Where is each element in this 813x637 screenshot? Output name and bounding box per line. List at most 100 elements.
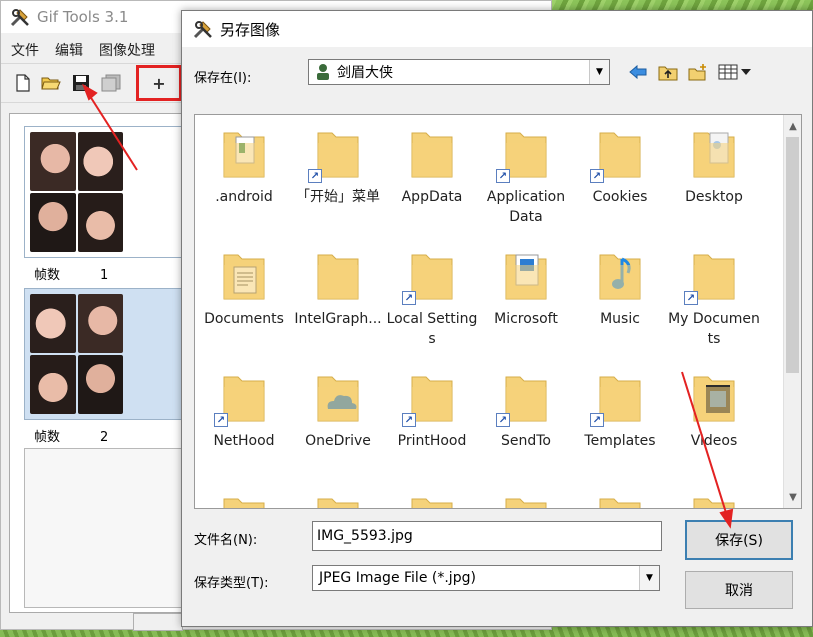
file-item-name: Microsoft xyxy=(494,311,558,327)
folder-documents-icon xyxy=(220,247,268,303)
folder-icon xyxy=(314,247,362,303)
shortcut-arrow-icon: ↗ xyxy=(402,291,416,305)
file-item[interactable]: Documents xyxy=(197,237,291,359)
shortcut-arrow-icon: ↗ xyxy=(496,413,510,427)
file-item[interactable]: ↗ PrintHood xyxy=(385,359,479,481)
file-item[interactable]: ↗ SendTo xyxy=(479,359,573,481)
folder-icon: ↗ xyxy=(684,247,738,305)
folder-microsoft-icon xyxy=(502,247,550,303)
up-folder-button[interactable] xyxy=(657,61,679,83)
folder-icon: ↗ xyxy=(496,125,550,183)
filetype-dropdown[interactable]: JPEG Image File (*.jpg) ▼ xyxy=(312,565,660,591)
file-item[interactable]: IntelGraph... xyxy=(291,237,385,359)
chevron-down-icon[interactable]: ▼ xyxy=(589,60,609,84)
frame-thumbnail-2 xyxy=(30,294,123,414)
folder-music-icon xyxy=(596,247,644,303)
file-item[interactable]: OneDrive xyxy=(291,359,385,481)
file-item-name: My Documents xyxy=(668,311,760,347)
file-item-name: Desktop xyxy=(685,189,743,205)
file-item[interactable]: ↗ Local Settings xyxy=(385,237,479,359)
vertical-scrollbar[interactable]: ▲ ▼ xyxy=(783,115,801,508)
file-item-name: Music xyxy=(600,311,640,327)
filename-input[interactable]: IMG_5593.jpg xyxy=(312,521,662,551)
file-item-name: Application Data xyxy=(486,189,566,225)
file-item-name: NetHood xyxy=(213,433,275,449)
folder-icon xyxy=(690,491,738,508)
add-frame-button[interactable]: + xyxy=(136,65,182,101)
filetype-value: JPEG Image File (*.jpg) xyxy=(319,570,476,586)
folder-icon xyxy=(408,491,456,508)
file-item[interactable]: ↗ Templates xyxy=(573,359,667,481)
file-item[interactable]: ↗ NetHood xyxy=(197,359,291,481)
file-item[interactable]: AppData xyxy=(385,115,479,237)
chevron-down-icon[interactable]: ▼ xyxy=(639,566,659,590)
file-item[interactable]: Videos xyxy=(667,359,761,481)
file-item-partial[interactable] xyxy=(385,481,479,508)
file-item-name: Templates xyxy=(584,433,656,449)
shortcut-arrow-icon: ↗ xyxy=(308,169,322,183)
file-item-partial[interactable] xyxy=(197,481,291,508)
file-item-partial[interactable] xyxy=(291,481,385,508)
shortcut-arrow-icon: ↗ xyxy=(402,413,416,427)
file-item[interactable]: Microsoft xyxy=(479,237,573,359)
scroll-up-icon[interactable]: ▲ xyxy=(784,117,801,135)
folder-icon xyxy=(408,125,456,181)
file-item[interactable]: .android xyxy=(197,115,291,237)
file-item-name: SendTo xyxy=(501,433,551,449)
cancel-button[interactable]: 取消 xyxy=(685,571,793,609)
file-item-name: IntelGraph... xyxy=(294,311,382,327)
file-item[interactable]: ↗ Cookies xyxy=(573,115,667,237)
file-grid: .android ↗ 「开始」菜单 AppData ↗ Application Data ↗… xyxy=(195,115,785,508)
shortcut-arrow-icon: ↗ xyxy=(590,169,604,183)
open-folder-icon xyxy=(41,77,61,90)
new-file-button[interactable] xyxy=(11,71,35,95)
save-toolbar-button[interactable] xyxy=(69,71,93,95)
save-in-dropdown[interactable]: 剑眉大侠 ▼ xyxy=(308,59,610,85)
file-item-name: .android xyxy=(215,189,273,205)
file-item[interactable]: ↗ My Documents xyxy=(667,237,761,359)
open-folder-button[interactable] xyxy=(39,71,63,95)
add-frame-label: + xyxy=(152,73,166,93)
folder-icon: ↗ xyxy=(402,369,456,427)
file-item-partial[interactable] xyxy=(667,481,761,508)
file-list[interactable]: .android ↗ 「开始」菜单 AppData ↗ Application Data ↗… xyxy=(194,114,802,509)
folder-icon: ↗ xyxy=(402,247,456,305)
new-folder-button[interactable] xyxy=(687,61,709,83)
file-item-name: Videos xyxy=(690,433,738,449)
shortcut-arrow-icon: ↗ xyxy=(684,291,698,305)
filename-label: 文件名(N): xyxy=(194,533,258,548)
scroll-down-icon[interactable]: ▼ xyxy=(784,488,801,506)
menu-edit[interactable]: 编辑 xyxy=(55,40,83,60)
filetype-label: 保存类型(T): xyxy=(194,576,269,591)
save-all-button[interactable] xyxy=(99,71,123,95)
file-item[interactable]: Music xyxy=(573,237,667,359)
file-item[interactable]: Desktop xyxy=(667,115,761,237)
file-item-partial[interactable] xyxy=(573,481,667,508)
view-menu-button[interactable] xyxy=(717,61,753,83)
tools-icon xyxy=(10,9,29,27)
folder-doc-icon xyxy=(220,125,268,181)
frame-card-2[interactable] xyxy=(24,288,196,420)
folder-icon: ↗ xyxy=(590,125,644,183)
menu-file[interactable]: 文件 xyxy=(11,40,39,60)
shortcut-arrow-icon: ↗ xyxy=(590,413,604,427)
back-button[interactable] xyxy=(627,61,649,83)
menu-image[interactable]: 图像处理 xyxy=(99,40,155,60)
scroll-thumb[interactable] xyxy=(786,137,799,373)
frame-thumbnail-1 xyxy=(30,132,123,252)
file-item-partial[interactable] xyxy=(479,481,573,508)
file-item[interactable]: ↗ Application Data xyxy=(479,115,573,237)
folder-icon xyxy=(314,491,362,508)
file-item-name: Local Settings xyxy=(386,311,478,347)
file-item[interactable]: ↗ 「开始」菜单 xyxy=(291,115,385,237)
frame-label-2: 帧数 2 xyxy=(34,430,109,445)
folder-icon xyxy=(596,491,644,508)
save-all-icon xyxy=(101,74,121,92)
filename-value: IMG_5593.jpg xyxy=(317,528,413,544)
frame-card-1[interactable] xyxy=(24,126,196,258)
folder-icon: ↗ xyxy=(590,369,644,427)
save-button[interactable]: 保存(S) xyxy=(685,520,793,560)
back-arrow-icon xyxy=(629,65,647,79)
folder-icon xyxy=(502,491,550,508)
folder-icon xyxy=(220,491,268,508)
